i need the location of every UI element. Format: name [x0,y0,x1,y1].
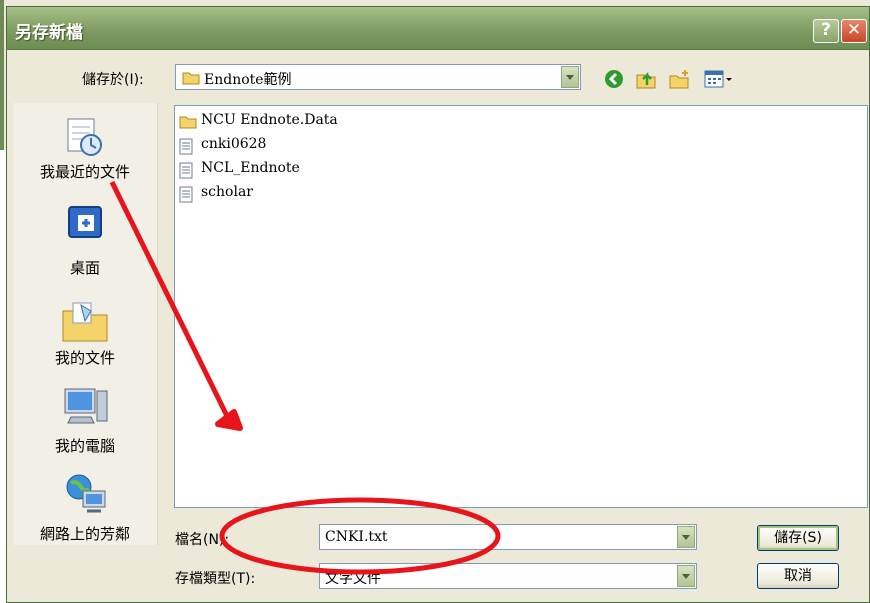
place-my-documents-label: 我的文件 [54,349,115,367]
my-computer-icon [57,388,113,435]
place-desktop-label: 桌面 [69,259,100,277]
folder-icon [179,114,197,133]
place-my-computer[interactable]: 我的電腦 [13,385,157,455]
folder-icon [182,70,200,89]
place-network[interactable]: 網路上的芳鄰 [13,471,157,543]
desktop-icon [60,206,110,251]
views-menu-icon[interactable] [704,69,734,93]
text-file-icon [179,138,193,159]
save-in-dropdown-button[interactable] [561,66,579,88]
network-places-icon [57,474,113,523]
place-recent-label: 我最近的文件 [39,163,130,181]
filetype-label: 存檔類型(T): [175,571,256,587]
place-network-label: 網路上的芳鄰 [39,525,130,543]
place-my-documents[interactable]: 我的文件 [13,297,157,367]
save-button[interactable]: 儲存(S) [757,525,839,551]
save-in-value: Endnote範例 [204,72,292,88]
filename-label: 檔名(N): [175,532,230,548]
text-file-icon [179,162,193,183]
file-name: NCL_Endnote [201,160,300,176]
place-my-computer-label: 我的電腦 [54,437,115,455]
up-folder-icon[interactable] [635,69,657,93]
file-name: scholar [201,184,253,200]
save-as-dialog: 另存新檔 ? ✕ 儲存於(I): Endnote範例 我最近的文件 桌面 我的文… [6,6,870,603]
text-file-icon [179,186,193,207]
place-desktop[interactable]: 桌面 [13,203,157,277]
filename-input[interactable]: CNKI.txt [319,524,697,550]
file-name: cnki0628 [201,136,267,152]
new-folder-icon[interactable] [669,69,691,93]
filetype-select[interactable]: 文字文件 [319,563,697,589]
save-in-combo[interactable]: Endnote範例 [175,64,581,90]
save-in-label: 儲存於(I): [82,72,144,88]
place-recent[interactable]: 我最近的文件 [13,115,157,181]
file-name: NCU Endnote.Data [201,112,338,128]
file-list[interactable]: NCU Endnote.Data cnki0628 NCL_Endnote sc… [174,105,868,508]
stage: 另存新檔 ? ✕ 儲存於(I): Endnote範例 我最近的文件 桌面 我的文… [0,0,870,603]
filetype-value: 文字文件 [325,571,381,587]
filename-dropdown[interactable] [676,525,696,549]
dialog-title: 另存新檔 [15,23,83,43]
help-button[interactable]: ? [813,19,839,43]
filename-value: CNKI.txt [325,529,388,545]
close-button[interactable]: ✕ [841,19,867,43]
filetype-dropdown[interactable] [676,564,696,588]
cancel-button[interactable]: 取消 [757,563,839,589]
back-icon[interactable] [604,69,624,93]
title-bar[interactable]: 另存新檔 ? ✕ [7,7,869,50]
places-bar: 我最近的文件 桌面 我的文件 我的電腦 網路上的芳鄰 [13,103,158,545]
